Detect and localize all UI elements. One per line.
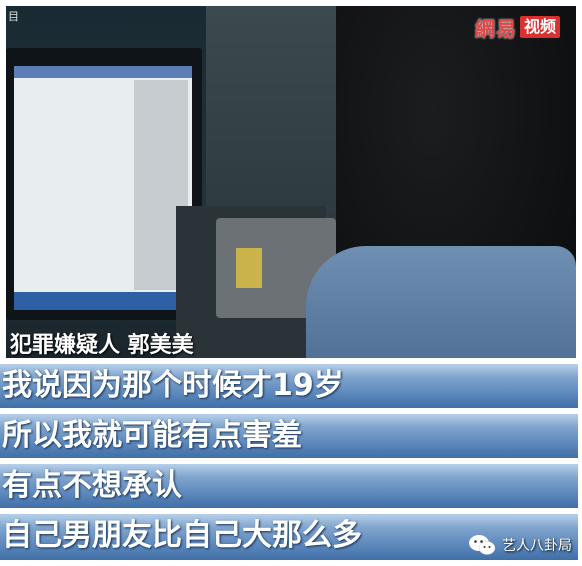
logo-video: 视频 — [519, 16, 560, 38]
video-frame: 目 網易 视频 犯罪嫌疑人 郭美美 — [6, 6, 576, 358]
watermark: 艺人八卦局 — [468, 534, 572, 556]
watermark-text: 艺人八卦局 — [502, 538, 572, 554]
corner-mark: 目 — [8, 10, 19, 23]
netease-video-logo: 網易 视频 — [475, 16, 560, 41]
subtitle-text: 我说因为那个时候才19岁 — [2, 368, 344, 403]
subtitle-text: 自己男朋友比自己大那么多 — [2, 518, 362, 553]
suspect-caption: 犯罪嫌疑人 郭美美 — [10, 333, 194, 358]
subtitle-panel: 所以我就可能有点害羞 — [0, 414, 578, 458]
printer-label — [236, 248, 262, 288]
monitor-screen — [14, 66, 192, 310]
subtitle-panel: 我说因为那个时候才19岁 — [0, 364, 578, 408]
subtitle-text: 所以我就可能有点害羞 — [2, 418, 302, 453]
window-titlebar — [14, 66, 192, 78]
subtitle-text: 有点不想承认 — [2, 468, 182, 503]
person-shoulder — [306, 246, 576, 358]
taskbar — [14, 292, 192, 310]
image-frame: 目 網易 视频 犯罪嫌疑人 郭美美 我说因为那个时候才19岁 所以我就可能有点害… — [0, 0, 582, 566]
computer-monitor — [6, 48, 202, 320]
subtitle-panel: 有点不想承认 — [0, 464, 578, 508]
logo-netease: 網易 — [474, 16, 517, 41]
wechat-icon — [468, 534, 496, 556]
